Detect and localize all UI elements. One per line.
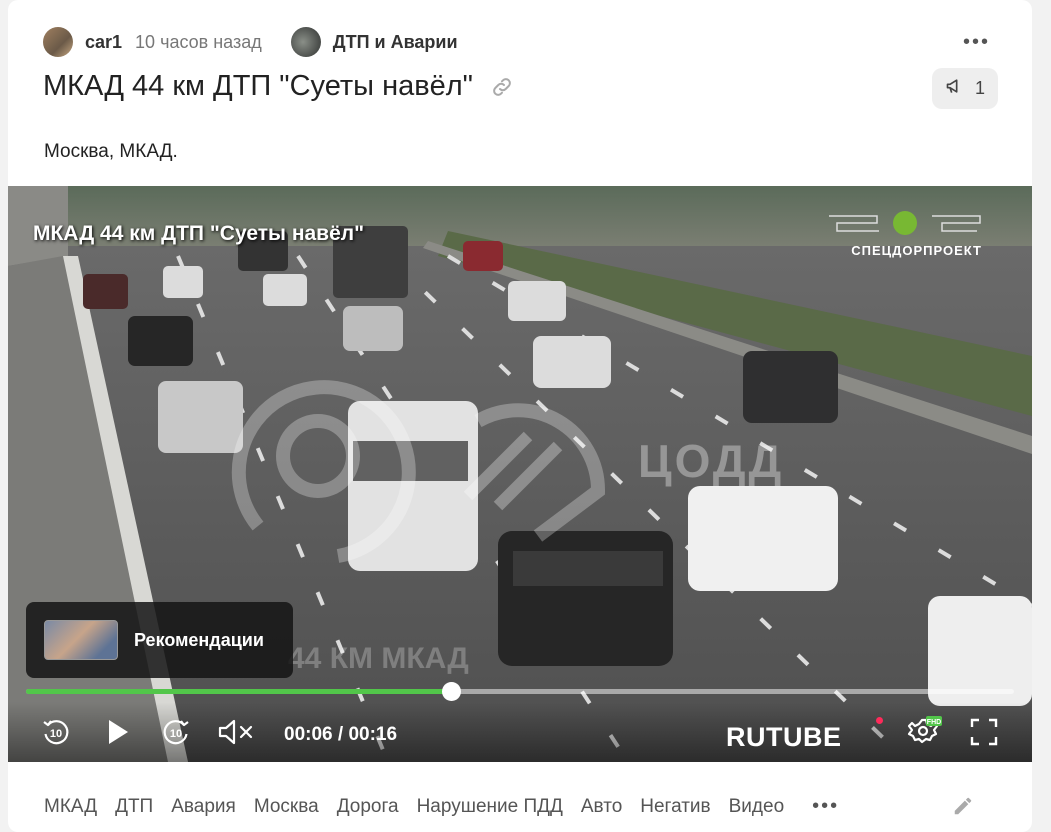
play-icon[interactable] <box>103 716 133 748</box>
tag-item[interactable]: Авария <box>171 796 236 818</box>
tag-item[interactable]: Нарушение ПДД <box>417 796 563 818</box>
logo-top-text: СПЕЦДОРПРОЕКТ <box>851 243 982 258</box>
link-icon[interactable] <box>490 75 514 99</box>
recommendations-label: Рекомендации <box>134 629 264 650</box>
post-body: Москва, МКАД. <box>44 141 178 162</box>
rutube-dot <box>876 717 883 724</box>
title-row: МКАД 44 км ДТП "Суеты навёл" <box>43 70 514 103</box>
forward-10-icon[interactable]: 10 <box>160 716 192 748</box>
tag-item[interactable]: ДТП <box>115 796 153 818</box>
video-location-overlay: 44 КМ МКАД <box>288 642 469 675</box>
progress-knob[interactable] <box>441 682 461 701</box>
recommendation-thumbnail <box>44 620 118 660</box>
community-name[interactable]: ДТП и Аварии <box>333 32 458 53</box>
community-avatar[interactable] <box>290 27 321 57</box>
community-link[interactable]: ДТП и Аварии <box>290 27 458 57</box>
tag-item[interactable]: Негатив <box>640 796 710 818</box>
megaphone-icon <box>945 76 965 101</box>
svg-text:FHD: FHD <box>927 719 941 726</box>
duration: 00:16 <box>348 724 398 745</box>
settings-gear-icon[interactable]: FHD <box>906 716 942 750</box>
post-card: car1 10 часов назад ДТП и Аварии ••• МКА… <box>8 0 1032 832</box>
author-name[interactable]: car1 <box>85 32 122 53</box>
author-avatar[interactable] <box>43 27 73 57</box>
rutube-logo[interactable]: RUTUBE <box>726 722 842 753</box>
current-time: 00:06 <box>284 724 333 745</box>
tags-more-icon[interactable]: ••• <box>812 795 839 818</box>
rating-button[interactable]: 1 <box>932 68 998 109</box>
more-dots-icon[interactable]: ••• <box>963 31 990 54</box>
post-time[interactable]: 10 часов назад <box>135 32 262 53</box>
fullscreen-icon[interactable] <box>968 716 1000 748</box>
progress-bar[interactable] <box>26 682 1014 701</box>
video-overlay-title: МКАД 44 км ДТП "Суеты навёл" <box>33 222 365 245</box>
tag-item[interactable]: Авто <box>581 796 622 818</box>
tag-item[interactable]: Москва <box>254 796 319 818</box>
time-display: 00:06 / 00:16 <box>284 724 397 746</box>
tag-list: МКАД ДТП Авария Москва Дорога Нарушение … <box>44 795 839 818</box>
svg-text:10: 10 <box>170 728 182 740</box>
tag-item[interactable]: Дорога <box>337 796 399 818</box>
video-player[interactable]: МКАД 44 км ДТП "Суеты навёл" СПЕЦДОРПРОЕ… <box>8 186 1032 762</box>
post-header: car1 10 часов назад ДТП и Аварии ••• <box>43 27 1002 57</box>
rating-count: 1 <box>974 78 985 98</box>
pencil-icon[interactable] <box>952 795 974 822</box>
tag-item[interactable]: МКАД <box>44 796 97 818</box>
svg-text:10: 10 <box>50 728 62 740</box>
post-title[interactable]: МКАД 44 км ДТП "Суеты навёл" <box>43 70 473 103</box>
mute-icon[interactable] <box>216 716 256 748</box>
recommendations-button[interactable]: Рекомендации <box>26 602 293 678</box>
rewind-10-icon[interactable]: 10 <box>40 716 72 748</box>
time-separator: / <box>337 724 344 745</box>
player-controls: 10 10 00:06 / 00:16 RUTUBE FHD <box>8 702 1032 762</box>
progress-fill <box>26 689 451 694</box>
tag-item[interactable]: Видео <box>729 796 785 818</box>
codd-watermark: ЦОДД <box>638 435 785 487</box>
